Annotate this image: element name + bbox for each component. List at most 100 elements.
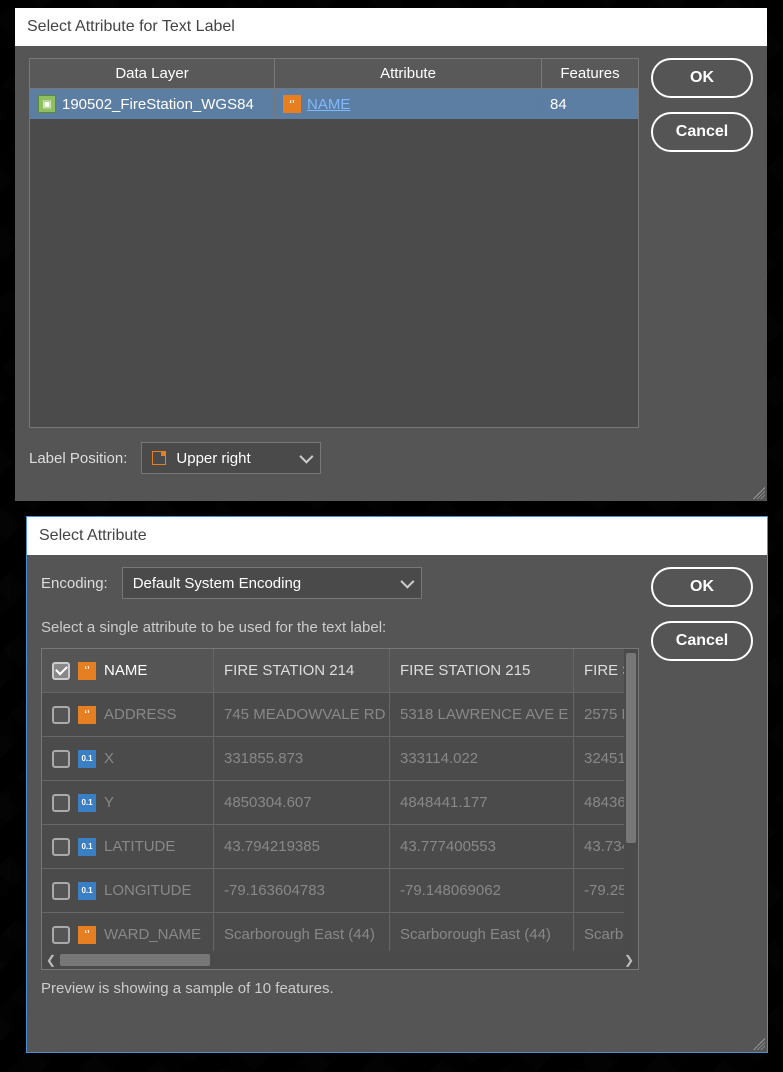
attribute-row-selected[interactable]: ʻʼ NAME FIRE STATION 214FIRE STATION 215FI…	[42, 649, 638, 693]
column-header-attribute[interactable]: Attribute	[275, 59, 542, 89]
numeric-field-icon: 0.1	[78, 838, 96, 856]
instruction-text: Select a single attribute to be used for…	[41, 619, 639, 636]
preview-value: 2575 E	[574, 693, 630, 736]
numeric-field-icon: 0.1	[78, 882, 96, 900]
layer-name: 190502_FireStation_WGS84	[62, 96, 254, 113]
ok-button[interactable]: OK	[651, 567, 753, 607]
preview-value: 333114.022	[390, 737, 574, 780]
dialog-title-bar: Select Attribute	[27, 517, 767, 555]
dialog-title: Select Attribute	[39, 527, 147, 545]
attribute-name: LONGITUDE	[104, 882, 192, 899]
attribute-row[interactable]: 0.1 LONGITUDE -79.163604783-79.148069062-7…	[42, 869, 638, 913]
preview-value: 745 MEADOWVALE RD	[214, 693, 390, 736]
cell-attribute-name: ʻʼ WARD_NAME	[42, 913, 214, 951]
preview-value: FIRE STATION 215	[390, 649, 574, 692]
scrollbar-thumb[interactable]	[60, 954, 210, 966]
column-header-features[interactable]: Features	[542, 59, 638, 89]
table-row[interactable]: ▣ 190502_FireStation_WGS84 ʻʼ NAME 84	[30, 89, 638, 119]
preview-value: 43.777400553	[390, 825, 574, 868]
string-field-icon: ʻʼ	[283, 95, 301, 113]
attribute-row[interactable]: 0.1 X 331855.873333114.02232451	[42, 737, 638, 781]
select-attribute-dialog: Select Attribute Encoding: Default Syste…	[26, 516, 768, 1053]
scroll-left-arrow-icon[interactable]: ❮	[42, 951, 60, 969]
attribute-name: WARD_NAME	[104, 926, 201, 943]
string-field-icon: ʻʼ	[78, 662, 96, 680]
attribute-checkbox[interactable]	[52, 838, 70, 856]
resize-grip-icon[interactable]	[753, 487, 765, 499]
scroll-right-arrow-icon[interactable]: ❯	[620, 951, 638, 969]
chevron-down-icon	[300, 450, 314, 464]
feature-count: 84	[550, 96, 567, 113]
label-position-label: Label Position:	[29, 450, 127, 467]
preview-value: -79.25	[574, 869, 630, 912]
preview-value: 43.734	[574, 825, 630, 868]
string-field-icon: ʻʼ	[78, 706, 96, 724]
attribute-preview-table: ʻʼ NAME FIRE STATION 214FIRE STATION 215FI…	[41, 648, 639, 970]
attribute-checkbox[interactable]	[52, 706, 70, 724]
preview-value: 32451	[574, 737, 630, 780]
cancel-button[interactable]: Cancel	[651, 621, 753, 661]
attribute-row[interactable]: 0.1 LATITUDE 43.79421938543.77740055343.73…	[42, 825, 638, 869]
preview-value: Scarborough East (44)	[390, 913, 574, 951]
layer-attribute-table: Data Layer Attribute Features ▣ 190502_F…	[29, 58, 639, 428]
label-position-value: Upper right	[176, 450, 250, 467]
encoding-label: Encoding:	[41, 575, 108, 592]
attribute-checkbox[interactable]	[52, 662, 70, 680]
cell-features: 84	[542, 89, 638, 119]
ok-button[interactable]: OK	[651, 58, 753, 98]
dialog-title: Select Attribute for Text Label	[27, 18, 235, 36]
numeric-field-icon: 0.1	[78, 750, 96, 768]
encoding-value: Default System Encoding	[133, 575, 301, 592]
cell-data-layer: ▣ 190502_FireStation_WGS84	[30, 89, 275, 119]
dialog-title-bar: Select Attribute for Text Label	[15, 8, 767, 46]
resize-grip-icon[interactable]	[753, 1038, 765, 1050]
attribute-row[interactable]: 0.1 Y 4850304.6074848441.17748436	[42, 781, 638, 825]
preview-value: 48436	[574, 781, 630, 824]
point-layer-icon: ▣	[38, 95, 56, 113]
numeric-field-icon: 0.1	[78, 794, 96, 812]
attribute-link[interactable]: NAME	[307, 96, 350, 113]
attribute-row[interactable]: ʻʼ ADDRESS 745 MEADOWVALE RD5318 LAWRENCE …	[42, 693, 638, 737]
preview-note: Preview is showing a sample of 10 featur…	[41, 980, 639, 997]
attribute-name: ADDRESS	[104, 706, 177, 723]
vertical-scrollbar[interactable]	[624, 649, 638, 951]
preview-value: 43.794219385	[214, 825, 390, 868]
attribute-checkbox[interactable]	[52, 926, 70, 944]
attribute-name: Y	[104, 794, 114, 811]
attribute-checkbox[interactable]	[52, 882, 70, 900]
attribute-row[interactable]: ʻʼ WARD_NAME Scarborough East (44)Scarboro…	[42, 913, 638, 951]
upper-right-position-icon	[152, 451, 166, 465]
encoding-dropdown[interactable]: Default System Encoding	[122, 567, 422, 599]
preview-value: FIRE S	[574, 649, 630, 692]
chevron-down-icon	[400, 575, 414, 589]
preview-value: FIRE STATION 214	[214, 649, 390, 692]
scrollbar-thumb[interactable]	[626, 653, 636, 843]
attribute-name: NAME	[104, 662, 147, 679]
attribute-name: LATITUDE	[104, 838, 175, 855]
cancel-button[interactable]: Cancel	[651, 112, 753, 152]
table-header-row: Data Layer Attribute Features	[30, 59, 638, 89]
preview-value: 4850304.607	[214, 781, 390, 824]
attribute-checkbox[interactable]	[52, 794, 70, 812]
string-field-icon: ʻʼ	[78, 926, 96, 944]
cell-attribute-name: ʻʼ ADDRESS	[42, 693, 214, 736]
preview-value: 331855.873	[214, 737, 390, 780]
preview-value: Scarbo	[574, 913, 630, 951]
horizontal-scrollbar[interactable]: ❮ ❯	[42, 951, 638, 969]
column-header-data-layer[interactable]: Data Layer	[30, 59, 275, 89]
cell-attribute-name: 0.1 Y	[42, 781, 214, 824]
attribute-name: X	[104, 750, 114, 767]
preview-value: -79.148069062	[390, 869, 574, 912]
label-position-dropdown[interactable]: Upper right	[141, 442, 321, 474]
preview-value: 5318 LAWRENCE AVE E	[390, 693, 574, 736]
cell-attribute[interactable]: ʻʼ NAME	[275, 89, 542, 119]
select-attribute-for-text-label-dialog: Select Attribute for Text Label Data Lay…	[15, 8, 767, 501]
cell-attribute-name: ʻʼ NAME	[42, 649, 214, 692]
cell-attribute-name: 0.1 LONGITUDE	[42, 869, 214, 912]
preview-value: 4848441.177	[390, 781, 574, 824]
attribute-checkbox[interactable]	[52, 750, 70, 768]
cell-attribute-name: 0.1 LATITUDE	[42, 825, 214, 868]
preview-value: Scarborough East (44)	[214, 913, 390, 951]
preview-value: -79.163604783	[214, 869, 390, 912]
cell-attribute-name: 0.1 X	[42, 737, 214, 780]
